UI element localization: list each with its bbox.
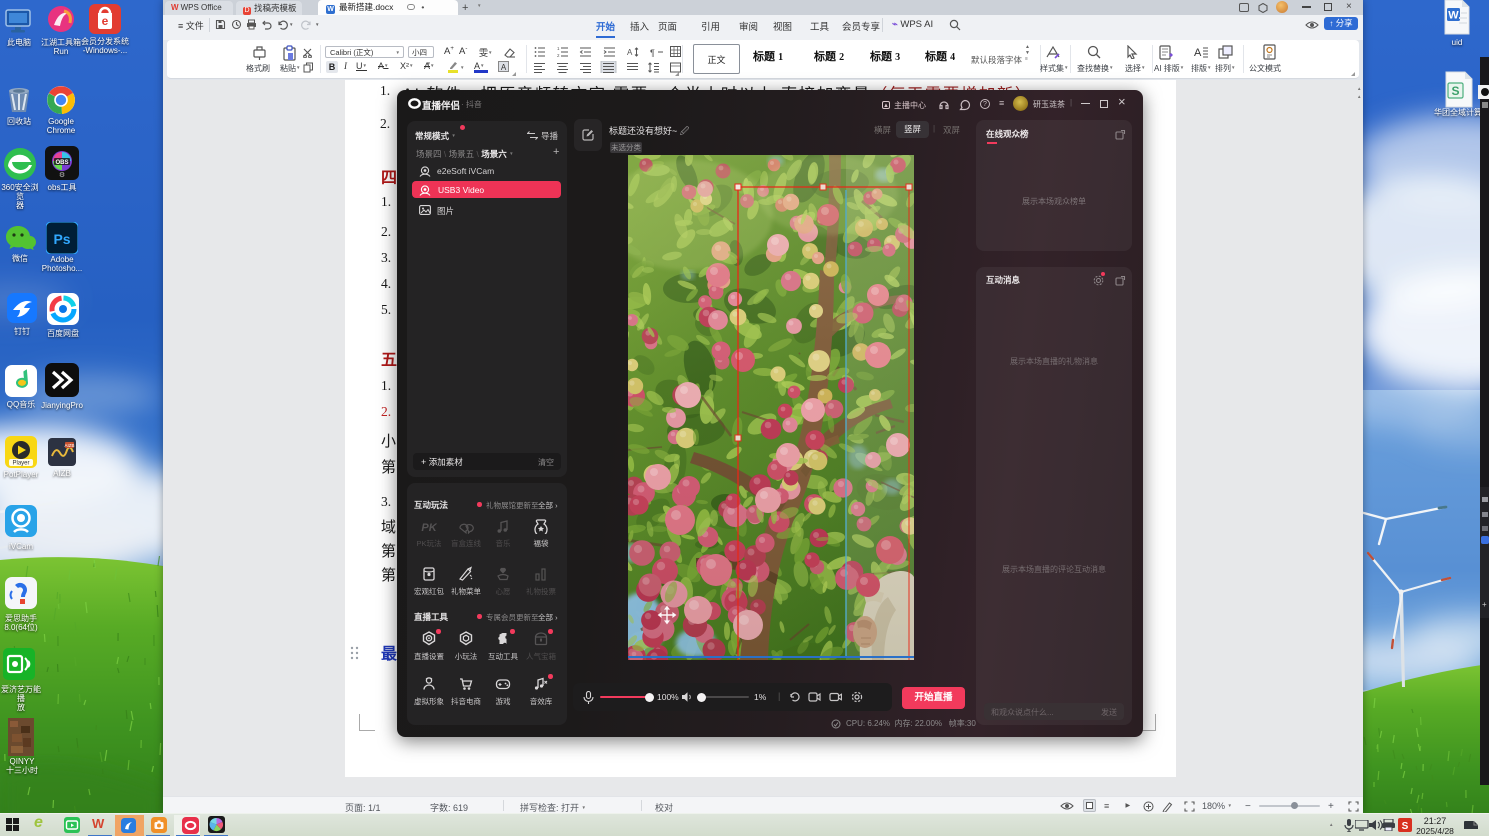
svg-text:OBS: OBS bbox=[55, 160, 68, 166]
svg-text:S: S bbox=[1451, 84, 1459, 98]
svg-text:AIZB: AIZB bbox=[64, 443, 74, 448]
svg-text:¶: ¶ bbox=[650, 48, 655, 58]
svg-text:A: A bbox=[1194, 47, 1202, 59]
svg-text:1: 1 bbox=[557, 46, 560, 51]
svg-text:⚙: ⚙ bbox=[59, 171, 65, 179]
svg-text:Ps: Ps bbox=[53, 231, 70, 247]
svg-text:Player: Player bbox=[12, 461, 29, 467]
svg-text:PK: PK bbox=[421, 522, 437, 534]
svg-text:e: e bbox=[102, 14, 109, 28]
svg-text:W: W bbox=[1448, 10, 1459, 22]
svg-text:2: 2 bbox=[557, 53, 560, 58]
svg-text:A: A bbox=[627, 48, 633, 57]
